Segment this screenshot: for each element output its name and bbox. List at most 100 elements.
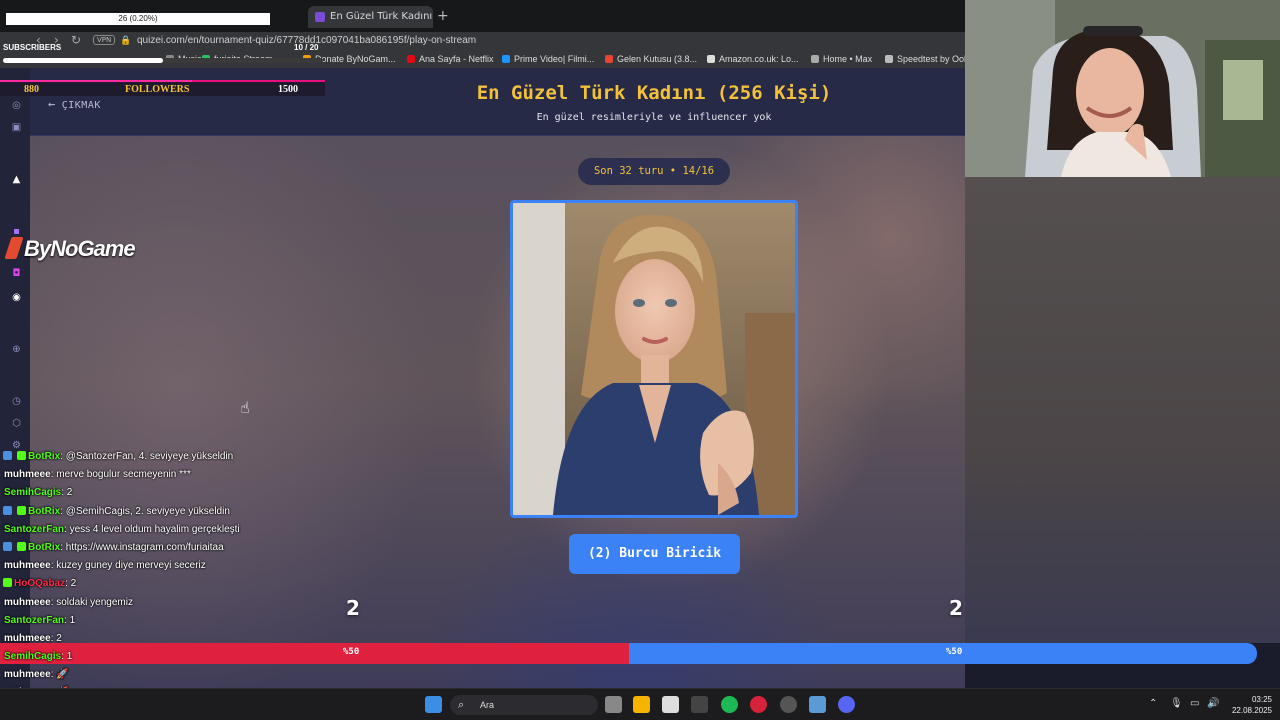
bookmark-label: Donate ByNoGam... — [315, 54, 396, 64]
extensions-icon[interactable]: ⬡ — [11, 418, 22, 429]
chat-message: SantozerFan: 1 — [0, 612, 300, 630]
bookmark-label: Home • Max — [823, 54, 873, 64]
chat-text: : 2 — [65, 578, 77, 590]
webcam-overlay — [965, 0, 1280, 177]
tray-chevron-icon[interactable]: ⌃ — [1149, 698, 1157, 709]
bookmark-item[interactable]: Gelen Kutusu (3.8... — [605, 54, 697, 64]
candidate-name-button[interactable]: (2) Burcu Biricik — [569, 534, 740, 574]
app-icon[interactable] — [691, 696, 708, 713]
chat-username[interactable]: muhmeee — [4, 633, 51, 644]
webcam-illustration — [965, 0, 1280, 177]
candidate-photo[interactable] — [510, 200, 798, 518]
bynogame-mark-icon — [4, 237, 24, 259]
bookmark-label: Ana Sayfa - Netflix — [419, 54, 494, 64]
chat-username[interactable]: muhmeee — [4, 597, 51, 608]
mouse-cursor-icon: ☝ — [240, 398, 250, 417]
right-percent-label: %50 — [946, 647, 963, 657]
instagram-icon[interactable]: ◘ — [11, 268, 22, 279]
task-view-icon[interactable] — [605, 696, 622, 713]
chat-username[interactable]: HoOQabaz — [14, 578, 65, 589]
chat-message: muhmeee: soldaki yengemiz — [0, 594, 300, 612]
game-icon[interactable] — [809, 696, 826, 713]
clock[interactable]: 03:25 22.08.2025 — [1224, 694, 1272, 716]
back-button[interactable]: ← ÇIKMAK — [48, 97, 101, 111]
chat-message: SemihCagis: 2 — [0, 484, 300, 502]
chat-badge-icon — [3, 505, 12, 515]
chat-username[interactable]: SemihCagis — [4, 487, 61, 498]
blurred-background-right — [965, 177, 1280, 643]
bookmark-label: Amazon.co.uk: Lo... — [719, 54, 799, 64]
chat-text: : kuzey guney diye merveyi seceriz — [50, 560, 206, 572]
subscribers-label: SUBSCRIBERS — [3, 43, 62, 52]
chat-message: SemihCagis: 1 — [0, 648, 300, 666]
page-title: En Güzel Türk Kadını (256 Kişi) — [476, 82, 832, 104]
taskbar-search[interactable]: ⌕ Ara — [450, 695, 598, 715]
chat-username[interactable]: BotRix — [28, 542, 60, 553]
subscribers-progress-track — [3, 58, 323, 63]
steam-icon[interactable] — [780, 696, 797, 713]
tab-active[interactable]: En Güzel Türk Kadını (256 — [308, 6, 433, 28]
opera-icon[interactable] — [750, 696, 767, 713]
clock-date: 22.08.2025 — [1231, 706, 1272, 715]
chat-username[interactable]: BotRix — [28, 451, 60, 462]
chat-message: BotRix: https://www.instagram.com/furiai… — [0, 539, 300, 557]
chat-text: : 2 — [50, 632, 62, 644]
windows-start-icon[interactable] — [425, 696, 442, 713]
bookmark-label: Speedtest by Ook — [897, 54, 969, 64]
history-icon[interactable]: ◷ — [11, 396, 22, 407]
bookmark-item[interactable]: Speedtest by Ook — [885, 54, 969, 64]
chat-text: : 1 — [64, 614, 76, 626]
chat-username[interactable]: muhmeee — [4, 469, 51, 480]
chat-username[interactable]: SemihCagis — [4, 651, 61, 662]
volume-icon[interactable]: 🔊 — [1207, 698, 1219, 709]
followers-goal: 880 FOLLOWERS 1500 — [0, 80, 325, 96]
spotify-icon[interactable] — [721, 696, 738, 713]
chat-username[interactable]: muhmeee — [4, 669, 51, 680]
chat-text: : soldaki yengemiz — [50, 596, 133, 608]
chat-message: muhmeee: 2 — [0, 630, 300, 648]
bookmark-favicon-icon — [707, 55, 715, 63]
followers-goal-value: 1500 — [278, 84, 298, 95]
chat-text: : merve bogulur secmeyenin *** — [50, 469, 191, 481]
chat-username[interactable]: BotRix — [28, 506, 60, 517]
sidebar-app-icon[interactable]: ◎ — [11, 100, 22, 111]
quizei-favicon-icon — [315, 12, 325, 22]
chat-username[interactable]: SantozerFan — [4, 615, 64, 626]
chat-username[interactable]: SantozerFan — [4, 524, 64, 535]
chat-message: muhmeee: merve bogulur secmeyenin *** — [0, 466, 300, 484]
sidebar-messenger-icon[interactable]: ▣ — [11, 122, 22, 133]
network-icon[interactable]: ▭ — [1190, 698, 1199, 709]
discord-taskbar-icon[interactable] — [838, 696, 855, 713]
back-label: ÇIKMAK — [61, 100, 101, 111]
search-icon: ⌕ — [458, 699, 465, 711]
round-indicator: Son 32 turu • 14/16 — [578, 158, 730, 185]
new-tab-icon[interactable]: + — [437, 8, 449, 24]
bookmark-item[interactable]: Amazon.co.uk: Lo... — [707, 54, 799, 64]
arrow-left-icon: ← — [48, 97, 56, 111]
chat-text: : @SantozerFan, 4. seviyeye yükseldin — [60, 451, 234, 462]
store-icon[interactable] — [662, 696, 679, 713]
followers-label: FOLLOWERS — [125, 84, 190, 95]
bookmark-label: Prime Video| Filmi... — [514, 54, 595, 64]
microphone-icon[interactable]: 🎙 — [1170, 698, 1183, 709]
discord-icon[interactable]: ◉ — [11, 292, 22, 303]
brand-label: ByNoGame — [24, 236, 136, 261]
chat-message: BotRix: @SantozerFan, 4. seviyeye yüksel… — [0, 448, 300, 466]
chat-text: : @SemihCagis, 2. seviyeye yükseldin — [60, 505, 230, 517]
chat-username[interactable]: muhmeee — [4, 560, 51, 571]
file-explorer-icon[interactable] — [633, 696, 650, 713]
chat-badge-icon — [17, 541, 26, 551]
stream-chat-overlay: BotRix: @SantozerFan, 4. seviyeye yüksel… — [0, 448, 300, 720]
bookmark-item[interactable]: Prime Video| Filmi... — [502, 54, 594, 64]
site-header: ← ÇIKMAK En Güzel Türk Kadını (256 Kişi) … — [0, 68, 965, 136]
bookmark-item[interactable]: Ana Sayfa - Netflix — [407, 54, 494, 64]
clock-time: 03:25 — [1251, 695, 1272, 704]
chat-message: BotRix: @SemihCagis, 2. seviyeye yükseld… — [0, 503, 300, 521]
sidebar-navigation-icon[interactable]: ▲ — [11, 174, 22, 185]
bookmark-favicon-icon — [407, 55, 415, 63]
chat-text: : 1 — [61, 651, 73, 663]
chat-badge-icon — [3, 541, 12, 551]
left-percent-label: %50 — [343, 647, 360, 657]
sidebar-add-icon[interactable]: ⊕ — [11, 344, 22, 355]
bookmark-item[interactable]: Home • Max — [811, 54, 872, 64]
